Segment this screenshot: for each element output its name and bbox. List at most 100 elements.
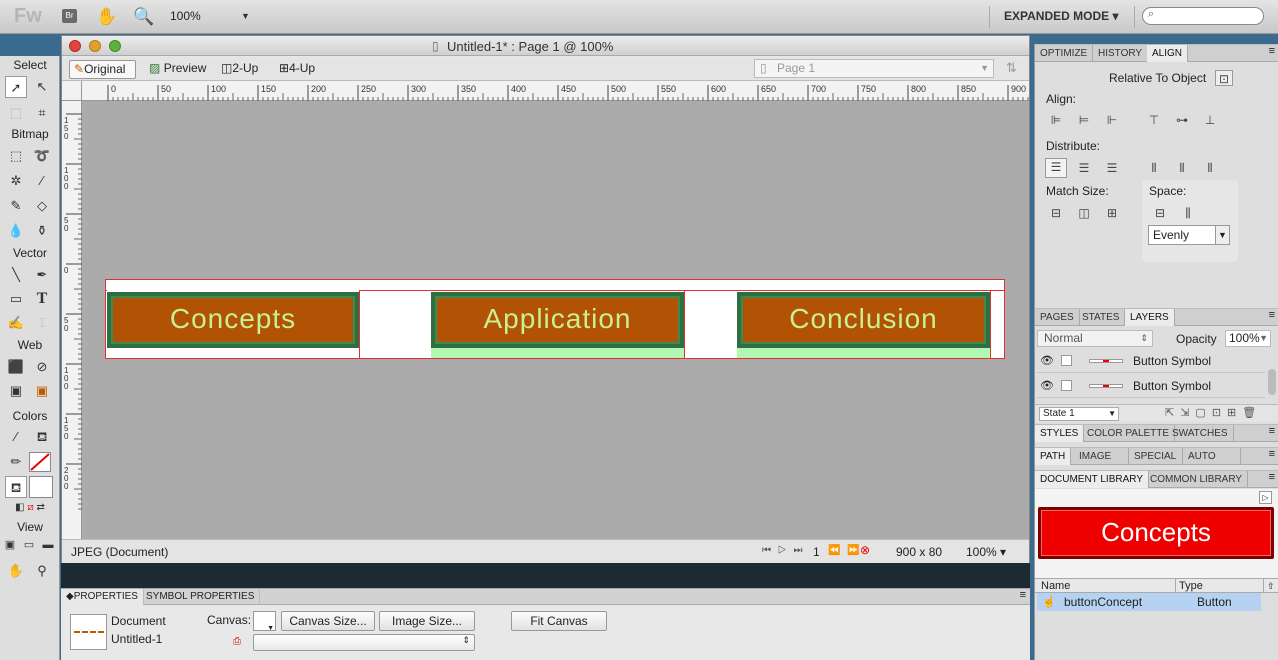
align-left-icon[interactable]: ⊫ <box>1047 112 1065 128</box>
pointer-tool-icon[interactable]: ➚ <box>5 76 27 98</box>
space-horizontal-icon[interactable]: ⫼ <box>1179 205 1197 221</box>
tab-swatches[interactable]: SWATCHES <box>1167 425 1234 442</box>
search-input[interactable]: ⌕ <box>1142 7 1264 25</box>
tab-symbol-properties[interactable]: SYMBOL PROPERTIES <box>141 589 261 605</box>
tab-styles[interactable]: STYLES <box>1035 425 1085 442</box>
button-application[interactable]: Application <box>431 292 684 348</box>
scale-tool-icon[interactable]: ⬚ <box>5 102 27 124</box>
space-select[interactable]: Evenly ▼ <box>1148 225 1230 245</box>
rectangle-tool-icon[interactable]: ▭ <box>5 288 27 310</box>
column-type[interactable]: Type <box>1179 579 1203 593</box>
eye-icon[interactable]: 👁 <box>1040 374 1054 398</box>
tab-align[interactable]: ALIGN <box>1147 45 1189 62</box>
space-vertical-icon[interactable]: ⊟ <box>1151 205 1169 221</box>
playback-controls-icon[interactable]: ⏮ ▷ ⏭ <box>762 545 804 556</box>
align-bottom-icon[interactable]: ⊥ <box>1201 112 1219 128</box>
match-width-icon[interactable]: ⊟ <box>1047 205 1065 221</box>
stroke-swatch[interactable] <box>29 452 51 472</box>
tab-layers[interactable]: LAYERS <box>1125 309 1175 326</box>
image-select[interactable]: ⇕ <box>253 634 475 651</box>
state-select[interactable]: State 1 ▼ <box>1039 407 1119 421</box>
zoom-button[interactable] <box>109 40 121 52</box>
tab-history[interactable]: HISTORY <box>1093 45 1149 62</box>
align-center-h-icon[interactable]: ⊨ <box>1075 112 1093 128</box>
hand-tool-icon[interactable]: ✋ <box>5 560 27 582</box>
hand-icon[interactable]: ✋ <box>96 7 117 27</box>
tab-properties[interactable]: ◆PROPERTIES <box>61 589 144 605</box>
tab-document-library[interactable]: DOCUMENT LIBRARY <box>1035 471 1149 488</box>
hide-slices-icon[interactable]: ▣ <box>5 380 27 402</box>
zoom-level[interactable]: 100% <box>170 9 201 23</box>
opacity-input[interactable]: 100% ▼ <box>1225 330 1271 347</box>
tab-4up[interactable]: ⊞4-Up <box>275 60 319 79</box>
sort-icon[interactable]: ⇧ <box>1267 579 1275 593</box>
bridge-button[interactable]: Br <box>62 9 77 23</box>
pen-tool-icon[interactable]: ✒ <box>31 264 53 286</box>
fit-canvas-button[interactable]: Fit Canvas <box>511 611 607 631</box>
tab-special-characters[interactable]: SPECIAL C <box>1129 448 1183 465</box>
tab-states[interactable]: STATES <box>1077 309 1126 326</box>
freeform-tool-icon[interactable]: ✍ <box>5 312 27 334</box>
button-conclusion[interactable]: Conclusion <box>737 292 990 348</box>
panel-menu-icon[interactable]: ≡ <box>1269 309 1275 321</box>
show-slices-icon[interactable]: ▣ <box>31 380 53 402</box>
page-select[interactable]: ▯ Page 1 ▼ <box>754 59 994 78</box>
layer-row[interactable]: 👁 Button Symbol <box>1037 374 1265 398</box>
tab-original[interactable]: ✎Original <box>69 60 136 79</box>
distribute-center-v-icon[interactable]: ☰ <box>1075 160 1093 176</box>
hotspot-tool-icon[interactable]: ⬛ <box>5 356 27 378</box>
tab-auto-shapes[interactable]: AUTO SHA <box>1183 448 1241 465</box>
stop-icon[interactable]: ⊗ <box>860 543 870 557</box>
tab-common-library[interactable]: COMMON LIBRARY <box>1145 471 1249 488</box>
zoom-icon[interactable]: 🔍 <box>133 7 154 27</box>
distribute-right-icon[interactable]: ⫴ <box>1201 160 1219 176</box>
play-icon[interactable]: ▷ <box>1259 491 1272 504</box>
stroke-color-icon[interactable]: ✏ <box>5 451 27 473</box>
text-tool-icon[interactable]: T <box>31 288 53 310</box>
distribute-bottom-icon[interactable]: ☰ <box>1103 160 1121 176</box>
fullscreen-menu-icon[interactable]: ▭ <box>20 536 38 554</box>
tab-path[interactable]: PATH <box>1035 448 1072 465</box>
blur-tool-icon[interactable]: 💧 <box>5 220 27 242</box>
layers-scrollbar[interactable] <box>1268 369 1276 395</box>
tab-2up[interactable]: ◫2-Up <box>217 60 262 79</box>
knife-tool-icon[interactable]: ⌶ <box>31 312 53 334</box>
marquee-tool-icon[interactable]: ⬚ <box>5 145 27 167</box>
panel-menu-icon[interactable]: ≡ <box>1269 448 1275 460</box>
tab-image-edit[interactable]: IMAGE EDI <box>1074 448 1129 465</box>
distribute-center-h-icon[interactable]: ⫴ <box>1173 160 1191 176</box>
pencil-tool-icon[interactable]: ✎ <box>5 195 27 217</box>
fill-color-icon[interactable]: ⛾ <box>5 476 27 498</box>
lock-checkbox[interactable] <box>1061 380 1072 391</box>
distribute-top-icon[interactable]: ☰ <box>1045 158 1067 178</box>
zoom-dropdown-icon[interactable]: ▼ <box>241 11 250 21</box>
crop-tool-icon[interactable]: ⌗ <box>31 102 53 124</box>
canvas-size-button[interactable]: Canvas Size... <box>281 611 375 631</box>
close-button[interactable] <box>69 40 81 52</box>
blend-mode-select[interactable]: Normal ⇕ <box>1037 330 1153 347</box>
brush-tool-icon[interactable]: ⁄ <box>31 170 53 192</box>
line-tool-icon[interactable]: ╲ <box>5 264 27 286</box>
workspace-mode[interactable]: EXPANDED MODE ▾ <box>1004 9 1118 23</box>
fullscreen-icon[interactable]: ▬ <box>39 536 57 554</box>
column-name[interactable]: Name <box>1041 579 1070 593</box>
zoom-menu[interactable]: 100% ▾ <box>966 545 1006 559</box>
stamp-tool-icon[interactable]: ⚱ <box>31 220 53 242</box>
frame-nav-icon[interactable]: ⏪ ⏩ <box>828 545 862 556</box>
standard-mode-icon[interactable]: ▣ <box>1 536 19 554</box>
tab-pages[interactable]: PAGES <box>1035 309 1080 326</box>
layer-row[interactable]: 👁 Button Symbol <box>1037 349 1265 373</box>
eye-icon[interactable]: 👁 <box>1040 349 1054 373</box>
eyedropper-icon[interactable]: ⁄ <box>5 426 27 448</box>
tab-preview[interactable]: ▨ Preview <box>145 60 210 79</box>
zoom-tool-icon[interactable]: ⚲ <box>31 560 53 582</box>
distribute-left-icon[interactable]: ⫴ <box>1145 160 1163 176</box>
paint-bucket-icon[interactable]: ⛾ <box>31 426 53 448</box>
lasso-tool-icon[interactable]: ➰ <box>31 145 53 167</box>
panel-menu-icon[interactable]: ≡ <box>1020 589 1026 601</box>
minimize-button[interactable] <box>89 40 101 52</box>
match-height-icon[interactable]: ◫ <box>1075 205 1093 221</box>
page-nav-icon[interactable]: ⇅ <box>1006 60 1017 76</box>
library-item[interactable]: ☝ buttonConcept Button <box>1037 593 1261 611</box>
tab-color-palette[interactable]: COLOR PALETTE <box>1082 425 1176 442</box>
